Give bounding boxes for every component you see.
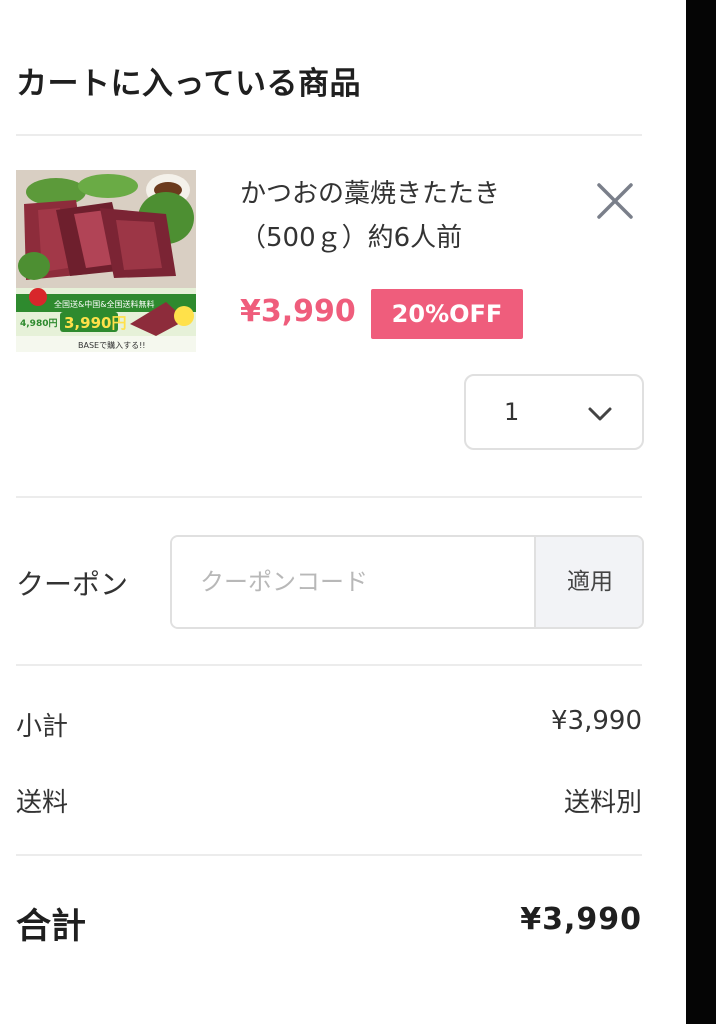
coupon-code-input[interactable] — [172, 537, 532, 627]
product-name[interactable]: かつおの藁焼きたたき （500ｇ）約6人前 — [240, 172, 560, 260]
cart-panel: カートに入っている商品 全国送&中国&全国送料無料 4,980円 3,990円 — [16, 0, 644, 1024]
banner-new-price: 3,990円 — [64, 314, 126, 332]
screen-edge-bar — [686, 0, 716, 1024]
total-label: 合計 — [16, 907, 87, 947]
product-image[interactable]: 全国送&中国&全国送料無料 4,980円 3,990円 BASEで購入する!! — [16, 170, 196, 352]
product-name-line-1: かつおの藁焼きたたき — [240, 179, 501, 209]
total-value: ¥3,990 — [520, 902, 642, 937]
banner-footer-text: BASEで購入する!! — [78, 340, 146, 350]
product-name-line-2: （500ｇ）約6人前 — [240, 223, 463, 253]
banner-top-text: 全国送&中国&全国送料無料 — [54, 299, 154, 309]
quantity-value: 1 — [504, 398, 520, 426]
shipping-value: 送料別 — [563, 788, 642, 818]
quantity-select[interactable]: 1 — [464, 374, 644, 450]
banner-old-price: 4,980円 — [20, 318, 57, 329]
apply-coupon-button[interactable]: 適用 — [534, 537, 642, 627]
remove-item-button[interactable] — [594, 180, 636, 222]
divider — [16, 854, 642, 856]
discount-badge: 20%OFF — [371, 289, 523, 339]
cart-title: カートに入っている商品 — [16, 66, 361, 102]
close-icon — [597, 183, 633, 219]
subtotal-value: ¥3,990 — [551, 706, 642, 736]
divider — [16, 134, 642, 136]
divider — [16, 496, 642, 498]
subtotal-label: 小計 — [16, 712, 69, 742]
product-price: ¥3,990 — [240, 294, 356, 329]
chevron-down-icon — [588, 407, 612, 421]
coupon-label: クーポン — [16, 568, 129, 601]
coupon-field-group: 適用 — [170, 535, 644, 629]
shipping-label: 送料 — [16, 788, 69, 818]
divider — [16, 664, 642, 666]
